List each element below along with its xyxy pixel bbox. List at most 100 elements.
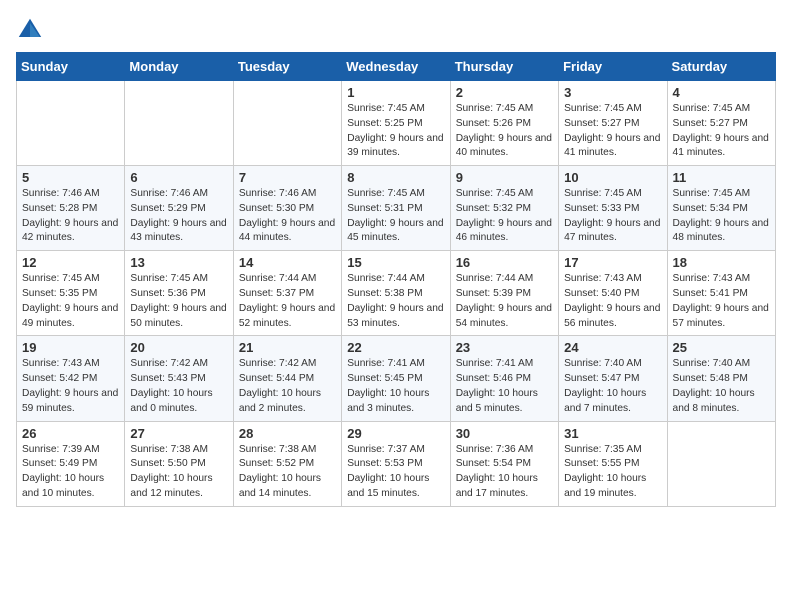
calendar-week-row: 1Sunrise: 7:45 AM Sunset: 5:25 PM Daylig… <box>17 81 776 166</box>
calendar-header-row: SundayMondayTuesdayWednesdayThursdayFrid… <box>17 53 776 81</box>
calendar-cell: 17Sunrise: 7:43 AM Sunset: 5:40 PM Dayli… <box>559 251 667 336</box>
cell-content: Sunrise: 7:36 AM Sunset: 5:54 PM Dayligh… <box>456 443 553 502</box>
calendar-cell: 6 Sunrise: 7:46 AM Sunset: 5:29 PM Daylig… <box>125 166 233 251</box>
cell-content: Sunrise: 7:37 AM Sunset: 5:53 PM Dayligh… <box>347 443 444 502</box>
calendar-cell: 31 Sunrise: 7:35 AM Sunset: 5:55 PM Dayli… <box>559 421 667 506</box>
cell-content: Sunrise: 7:45 AM Sunset: 5:26 PM Dayligh… <box>456 102 553 161</box>
cell-content: Sunrise: 7:45 AM Sunset: 5:27 PM Dayligh… <box>564 102 661 161</box>
cell-content: Sunrise: 7:45 AM Sunset: 5:36 PM Dayligh… <box>130 272 227 331</box>
day-number: 20 <box>130 340 227 355</box>
day-number: 25 <box>673 340 770 355</box>
page-header <box>16 16 776 44</box>
calendar-cell: 2 Sunrise: 7:45 AM Sunset: 5:26 PM Daylig… <box>450 81 558 166</box>
day-number: 30 <box>456 426 553 441</box>
day-number: 11 <box>673 170 770 185</box>
calendar-cell: 21 Sunrise: 7:42 AM Sunset: 5:44 PM Dayli… <box>233 336 341 421</box>
day-number: 21 <box>239 340 336 355</box>
cell-content: Sunrise: 7:42 AM Sunset: 5:44 PM Dayligh… <box>239 357 336 416</box>
calendar-cell: 30 Sunrise: 7:36 AM Sunset: 5:54 PM Dayli… <box>450 421 558 506</box>
calendar-cell: 4 Sunrise: 7:45 AM Sunset: 5:27 PM Daylig… <box>667 81 775 166</box>
day-number: 3 <box>564 85 661 100</box>
day-number: 22 <box>347 340 444 355</box>
cell-content: Sunrise: 7:44 AM Sunset: 5:39 PM Dayligh… <box>456 272 553 331</box>
day-number: 8 <box>347 170 444 185</box>
cell-content: Sunrise: 7:35 AM Sunset: 5:55 PM Dayligh… <box>564 443 661 502</box>
day-number: 12 <box>22 255 119 270</box>
logo <box>16 16 48 44</box>
cell-content: Sunrise: 7:42 AM Sunset: 5:43 PM Dayligh… <box>130 357 227 416</box>
calendar-cell: 20 Sunrise: 7:42 AM Sunset: 5:43 PM Dayli… <box>125 336 233 421</box>
day-of-week-header: Friday <box>559 53 667 81</box>
cell-content: Sunrise: 7:43 AM Sunset: 5:41 PM Dayligh… <box>673 272 770 331</box>
cell-content: Sunrise: 7:43 AM Sunset: 5:42 PM Dayligh… <box>22 357 119 416</box>
cell-content: Sunrise: 7:45 AM Sunset: 5:31 PM Dayligh… <box>347 187 444 246</box>
calendar-cell: 10Sunrise: 7:45 AM Sunset: 5:33 PM Dayli… <box>559 166 667 251</box>
cell-content: Sunrise: 7:40 AM Sunset: 5:47 PM Dayligh… <box>564 357 661 416</box>
calendar-cell: 15 Sunrise: 7:44 AM Sunset: 5:38 PM Dayli… <box>342 251 450 336</box>
day-number: 18 <box>673 255 770 270</box>
day-number: 28 <box>239 426 336 441</box>
day-number: 26 <box>22 426 119 441</box>
day-number: 29 <box>347 426 444 441</box>
calendar-cell: 25 Sunrise: 7:40 AM Sunset: 5:48 PM Dayli… <box>667 336 775 421</box>
calendar-cell: 3 Sunrise: 7:45 AM Sunset: 5:27 PM Daylig… <box>559 81 667 166</box>
day-number: 27 <box>130 426 227 441</box>
day-number: 31 <box>564 426 661 441</box>
cell-content: Sunrise: 7:38 AM Sunset: 5:52 PM Dayligh… <box>239 443 336 502</box>
cell-content: Sunrise: 7:41 AM Sunset: 5:46 PM Dayligh… <box>456 357 553 416</box>
cell-content: Sunrise: 7:45 AM Sunset: 5:27 PM Dayligh… <box>673 102 770 161</box>
day-of-week-header: Sunday <box>17 53 125 81</box>
cell-content: Sunrise: 7:45 AM Sunset: 5:34 PM Dayligh… <box>673 187 770 246</box>
calendar-cell: 18 Sunrise: 7:43 AM Sunset: 5:41 PM Dayli… <box>667 251 775 336</box>
cell-content: Sunrise: 7:38 AM Sunset: 5:50 PM Dayligh… <box>130 443 227 502</box>
calendar-cell: 14 Sunrise: 7:44 AM Sunset: 5:37 PM Dayli… <box>233 251 341 336</box>
calendar-cell <box>667 421 775 506</box>
day-number: 9 <box>456 170 553 185</box>
day-number: 15 <box>347 255 444 270</box>
day-number: 6 <box>130 170 227 185</box>
calendar-cell: 8 Sunrise: 7:45 AM Sunset: 5:31 PM Daylig… <box>342 166 450 251</box>
calendar-cell: 29 Sunrise: 7:37 AM Sunset: 5:53 PM Dayli… <box>342 421 450 506</box>
calendar-cell <box>17 81 125 166</box>
calendar-cell <box>233 81 341 166</box>
calendar-cell: 9 Sunrise: 7:45 AM Sunset: 5:32 PM Daylig… <box>450 166 558 251</box>
calendar-cell: 22Sunrise: 7:41 AM Sunset: 5:45 PM Dayli… <box>342 336 450 421</box>
day-number: 16 <box>456 255 553 270</box>
calendar-cell: 1Sunrise: 7:45 AM Sunset: 5:25 PM Daylig… <box>342 81 450 166</box>
cell-content: Sunrise: 7:46 AM Sunset: 5:28 PM Dayligh… <box>22 187 119 246</box>
day-of-week-header: Tuesday <box>233 53 341 81</box>
day-of-week-header: Wednesday <box>342 53 450 81</box>
logo-icon <box>16 16 44 44</box>
day-number: 17 <box>564 255 661 270</box>
calendar-cell: 13 Sunrise: 7:45 AM Sunset: 5:36 PM Dayli… <box>125 251 233 336</box>
cell-content: Sunrise: 7:44 AM Sunset: 5:38 PM Dayligh… <box>347 272 444 331</box>
calendar-week-row: 12 Sunrise: 7:45 AM Sunset: 5:35 PM Dayli… <box>17 251 776 336</box>
calendar-cell: 7Sunrise: 7:46 AM Sunset: 5:30 PM Daylig… <box>233 166 341 251</box>
calendar-week-row: 26Sunrise: 7:39 AM Sunset: 5:49 PM Dayli… <box>17 421 776 506</box>
cell-content: Sunrise: 7:45 AM Sunset: 5:35 PM Dayligh… <box>22 272 119 331</box>
day-number: 5 <box>22 170 119 185</box>
calendar-week-row: 19Sunrise: 7:43 AM Sunset: 5:42 PM Dayli… <box>17 336 776 421</box>
day-number: 13 <box>130 255 227 270</box>
calendar-week-row: 5 Sunrise: 7:46 AM Sunset: 5:28 PM Daylig… <box>17 166 776 251</box>
calendar-cell: 27 Sunrise: 7:38 AM Sunset: 5:50 PM Dayli… <box>125 421 233 506</box>
cell-content: Sunrise: 7:40 AM Sunset: 5:48 PM Dayligh… <box>673 357 770 416</box>
day-number: 24 <box>564 340 661 355</box>
day-number: 4 <box>673 85 770 100</box>
calendar-cell <box>125 81 233 166</box>
calendar-table: SundayMondayTuesdayWednesdayThursdayFrid… <box>16 52 776 507</box>
day-of-week-header: Thursday <box>450 53 558 81</box>
calendar-cell: 23 Sunrise: 7:41 AM Sunset: 5:46 PM Dayli… <box>450 336 558 421</box>
day-number: 14 <box>239 255 336 270</box>
calendar-cell: 5 Sunrise: 7:46 AM Sunset: 5:28 PM Daylig… <box>17 166 125 251</box>
cell-content: Sunrise: 7:46 AM Sunset: 5:29 PM Dayligh… <box>130 187 227 246</box>
calendar-cell: 19Sunrise: 7:43 AM Sunset: 5:42 PM Dayli… <box>17 336 125 421</box>
day-number: 2 <box>456 85 553 100</box>
day-number: 1 <box>347 85 444 100</box>
calendar-cell: 16 Sunrise: 7:44 AM Sunset: 5:39 PM Dayli… <box>450 251 558 336</box>
day-number: 7 <box>239 170 336 185</box>
day-number: 23 <box>456 340 553 355</box>
cell-content: Sunrise: 7:45 AM Sunset: 5:32 PM Dayligh… <box>456 187 553 246</box>
cell-content: Sunrise: 7:44 AM Sunset: 5:37 PM Dayligh… <box>239 272 336 331</box>
day-of-week-header: Saturday <box>667 53 775 81</box>
